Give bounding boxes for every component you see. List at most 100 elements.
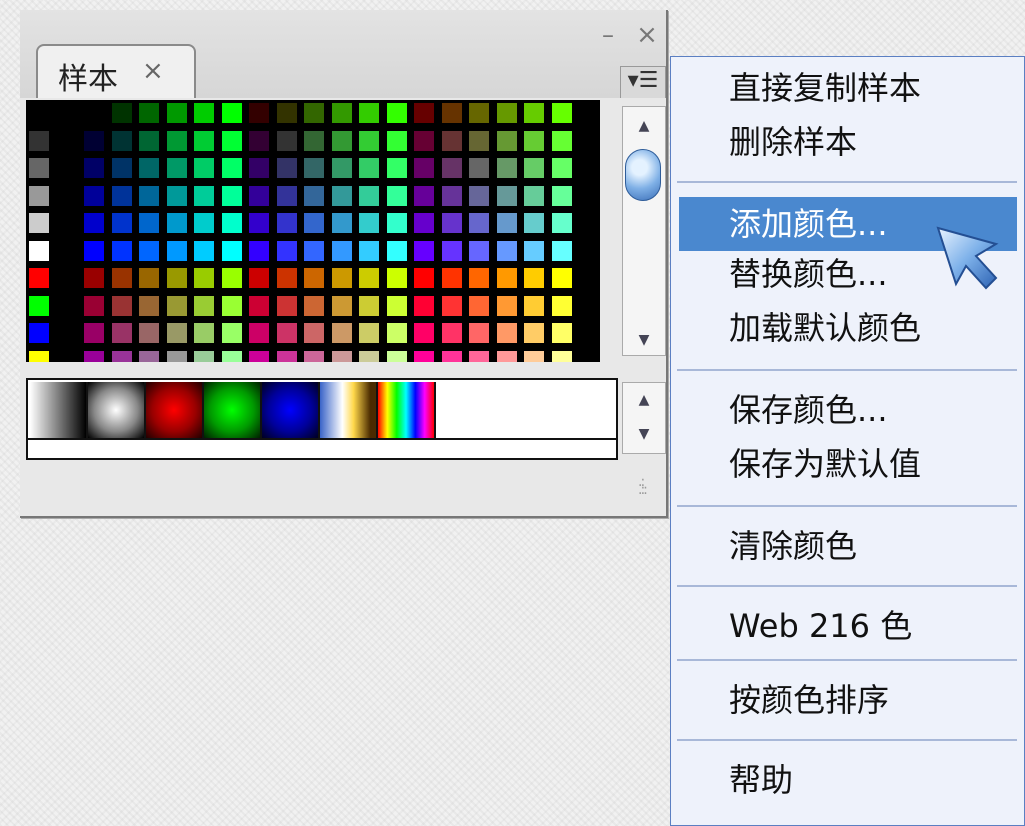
color-swatch[interactable] — [275, 129, 298, 152]
color-swatch[interactable] — [358, 294, 380, 317]
color-swatch[interactable] — [468, 349, 490, 362]
color-swatch[interactable] — [28, 267, 50, 289]
color-swatch[interactable] — [83, 294, 105, 317]
color-swatch[interactable] — [468, 322, 490, 344]
color-swatch[interactable] — [385, 157, 408, 179]
color-swatch[interactable] — [468, 157, 490, 179]
color-swatch[interactable] — [275, 349, 298, 362]
color-swatch[interactable] — [248, 212, 270, 234]
menu-item-sort-by-color[interactable]: 按颜色排序 — [679, 673, 1017, 727]
color-swatch[interactable] — [220, 184, 243, 207]
color-swatch[interactable] — [550, 157, 573, 179]
color-swatch[interactable] — [468, 267, 490, 289]
color-swatch[interactable] — [358, 239, 380, 262]
color-swatch[interactable] — [165, 267, 188, 289]
color-swatch[interactable] — [550, 349, 573, 362]
color-swatch[interactable] — [138, 294, 160, 317]
scrollbar-thumb[interactable] — [625, 149, 661, 201]
scroll-up-icon[interactable]: ▲ — [623, 389, 665, 411]
color-swatch[interactable] — [495, 157, 518, 179]
color-swatch[interactable] — [55, 322, 78, 344]
color-swatch[interactable] — [83, 212, 105, 234]
color-swatch[interactable] — [303, 102, 325, 124]
color-swatch[interactable] — [550, 322, 573, 344]
scroll-up-icon[interactable]: ▲ — [623, 115, 665, 137]
color-swatch[interactable] — [413, 349, 435, 362]
color-swatch[interactable] — [248, 157, 270, 179]
color-swatch[interactable] — [55, 349, 78, 362]
color-swatch[interactable] — [138, 102, 160, 124]
color-swatch[interactable] — [550, 102, 573, 124]
color-swatch[interactable] — [413, 239, 435, 262]
color-swatch[interactable] — [330, 349, 353, 362]
color-swatch[interactable] — [413, 102, 435, 124]
color-swatch[interactable] — [413, 322, 435, 344]
color-swatch[interactable] — [523, 349, 545, 362]
color-swatch[interactable] — [28, 294, 50, 317]
color-swatch[interactable] — [220, 212, 243, 234]
color-swatch[interactable] — [248, 349, 270, 362]
color-swatch[interactable] — [330, 267, 353, 289]
color-swatch[interactable] — [83, 322, 105, 344]
color-swatch[interactable] — [385, 129, 408, 152]
color-swatch[interactable] — [495, 294, 518, 317]
color-swatch[interactable] — [138, 322, 160, 344]
color-swatch[interactable] — [303, 157, 325, 179]
color-swatch[interactable] — [358, 129, 380, 152]
color-swatch[interactable] — [275, 157, 298, 179]
color-swatch[interactable] — [165, 102, 188, 124]
color-swatch[interactable] — [495, 212, 518, 234]
color-swatch[interactable] — [193, 267, 215, 289]
color-swatch[interactable] — [110, 294, 133, 317]
color-swatch[interactable] — [275, 294, 298, 317]
color-swatch[interactable] — [193, 129, 215, 152]
swatch-grid[interactable] — [26, 100, 600, 362]
color-swatch[interactable] — [303, 212, 325, 234]
color-swatch[interactable] — [193, 239, 215, 262]
color-swatch[interactable] — [55, 267, 78, 289]
menu-item-help[interactable]: 帮助 — [679, 753, 1017, 807]
color-swatch[interactable] — [193, 349, 215, 362]
color-swatch[interactable] — [28, 212, 50, 234]
color-swatch[interactable] — [413, 294, 435, 317]
color-swatch[interactable] — [413, 157, 435, 179]
color-swatch[interactable] — [550, 129, 573, 152]
color-swatch[interactable] — [28, 239, 50, 262]
color-swatch[interactable] — [440, 239, 463, 262]
color-swatch[interactable] — [83, 239, 105, 262]
color-swatch[interactable] — [358, 267, 380, 289]
gradient-swatch[interactable] — [378, 382, 436, 438]
color-swatch[interactable] — [523, 294, 545, 317]
color-swatch[interactable] — [468, 294, 490, 317]
color-swatch[interactable] — [83, 267, 105, 289]
color-swatch[interactable] — [440, 349, 463, 362]
minimize-icon[interactable]: – — [596, 22, 620, 48]
color-swatch[interactable] — [495, 349, 518, 362]
color-swatch[interactable] — [303, 267, 325, 289]
color-swatch[interactable] — [550, 184, 573, 207]
color-swatch[interactable] — [275, 184, 298, 207]
color-swatch[interactable] — [248, 239, 270, 262]
color-swatch[interactable] — [193, 102, 215, 124]
color-swatch[interactable] — [165, 239, 188, 262]
color-swatch[interactable] — [55, 157, 78, 179]
color-swatch[interactable] — [330, 157, 353, 179]
menu-item-clear-colors[interactable]: 清除颜色 — [679, 519, 1017, 573]
color-swatch[interactable] — [138, 129, 160, 152]
color-swatch[interactable] — [385, 267, 408, 289]
resize-grip-icon[interactable]: .:.:: — [638, 475, 648, 497]
color-swatch[interactable] — [523, 102, 545, 124]
color-swatch[interactable] — [468, 212, 490, 234]
color-swatch[interactable] — [495, 239, 518, 262]
color-swatch[interactable] — [83, 184, 105, 207]
color-swatch[interactable] — [220, 239, 243, 262]
color-swatch[interactable] — [468, 129, 490, 152]
color-swatch[interactable] — [138, 157, 160, 179]
color-swatch[interactable] — [165, 294, 188, 317]
color-swatch[interactable] — [55, 294, 78, 317]
color-swatch[interactable] — [550, 239, 573, 262]
gradient-swatches[interactable] — [26, 378, 618, 460]
color-swatch[interactable] — [303, 322, 325, 344]
color-swatch[interactable] — [248, 267, 270, 289]
color-swatch[interactable] — [358, 157, 380, 179]
